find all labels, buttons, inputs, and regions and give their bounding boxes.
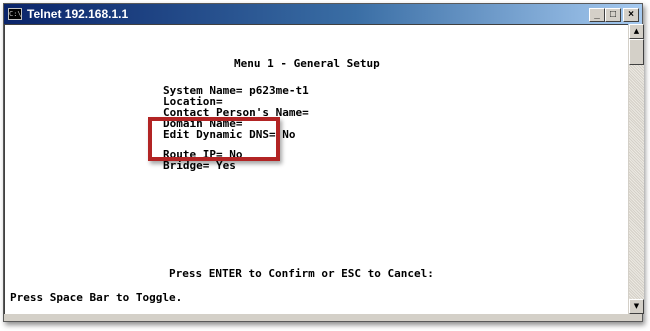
bridge-field: Bridge= Yes [163, 159, 236, 172]
toggle-hint: Press Space Bar to Toggle. [10, 291, 183, 304]
scroll-down-icon[interactable]: ▼ [629, 299, 644, 314]
minimize-button[interactable]: _ [589, 8, 605, 22]
console-icon[interactable]: C:\ [8, 8, 22, 20]
title-bar[interactable]: C:\ Telnet 192.168.1.1 _ □ × [4, 4, 642, 25]
terminal-screen[interactable]: Menu 1 - General Setup System Name= p623… [4, 24, 628, 314]
confirm-prompt: Press ENTER to Confirm or ESC to Cancel: [169, 267, 434, 280]
close-button[interactable]: × [623, 8, 639, 22]
window-title: Telnet 192.168.1.1 [27, 7, 129, 21]
vertical-scrollbar[interactable]: ▲ ▼ [629, 24, 644, 314]
scrollbar-thumb[interactable] [629, 39, 644, 65]
menu-title: Menu 1 - General Setup [234, 57, 380, 70]
scroll-up-icon[interactable]: ▲ [629, 24, 644, 39]
route-bridge-highlight [148, 117, 280, 161]
maximize-button[interactable]: □ [605, 8, 621, 22]
